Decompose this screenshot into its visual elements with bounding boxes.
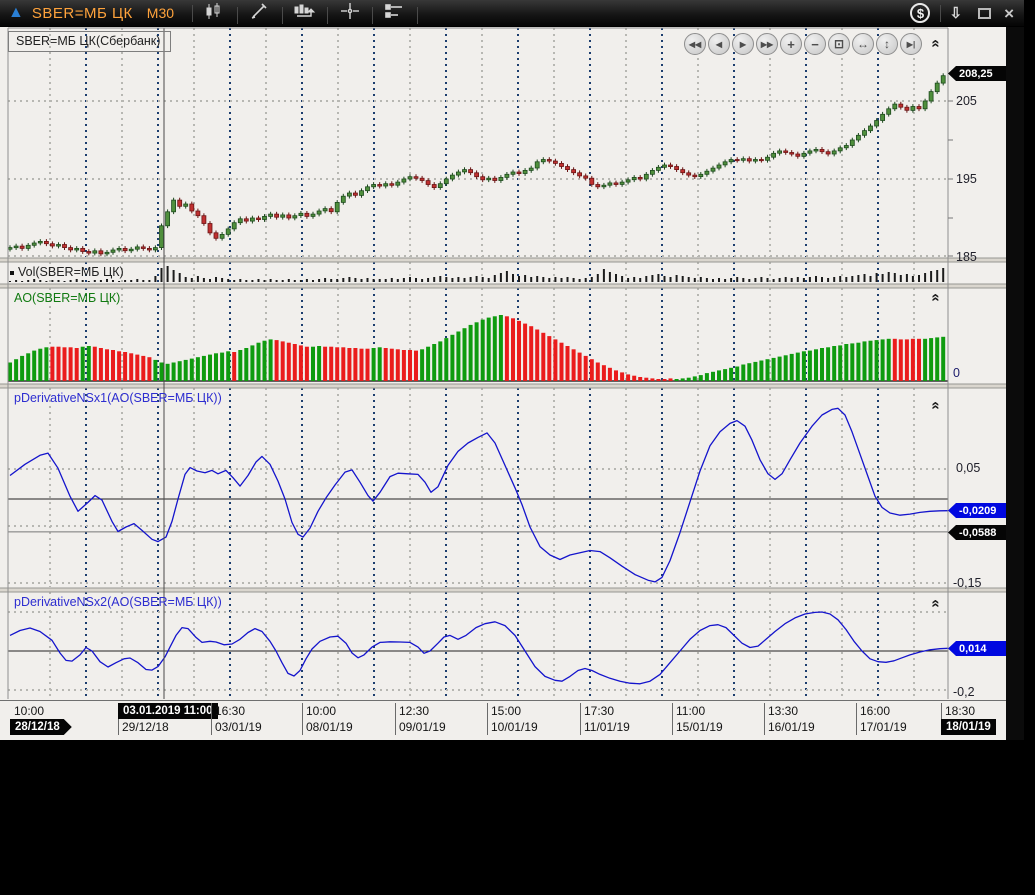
account-currency-button[interactable]: $ — [910, 3, 930, 23]
time-axis-date-label: 17/01/19 — [860, 720, 907, 734]
timeframe-label: M30 — [147, 5, 174, 21]
time-axis-date-label: 16/01/19 — [768, 720, 815, 734]
app-logo-icon: ▲ — [8, 5, 24, 21]
price-level-label: 195 — [956, 172, 977, 186]
time-axis-time-label: 16:30 — [215, 704, 245, 718]
ao-panel-label: AO(SBER=МБ ЦК) — [14, 291, 120, 305]
compress-vertical-button[interactable]: ↕ — [876, 33, 898, 55]
d2-value-badge: 0,014 — [948, 641, 1006, 656]
time-axis-time-label: 12:30 — [399, 704, 429, 718]
d1-panel-label: pDerivativeNSx1(AO(SBER=МБ ЦК)) — [14, 391, 222, 405]
chart-type-icon[interactable] — [200, 1, 230, 22]
scroll-start-button[interactable]: ◀◀ — [684, 33, 706, 55]
scroll-left-button[interactable]: ◀ — [708, 33, 730, 55]
collapse-d2-panel-icon[interactable]: « — [929, 599, 944, 607]
time-axis-tick — [672, 703, 673, 735]
time-axis-time-label: 13:30 — [768, 704, 798, 718]
zoom-out-button[interactable]: − — [804, 33, 826, 55]
time-axis-tick — [302, 703, 303, 735]
d1-value-badge: -0,0209 — [948, 503, 1006, 518]
volume-panel-label: Vol(SBER=МБ ЦК) — [18, 265, 124, 279]
d1-upper-label: 0,05 — [956, 461, 980, 475]
volume-legend-marker — [10, 271, 14, 275]
price-level-label: 205 — [956, 94, 977, 108]
time-axis-tick — [211, 703, 212, 735]
ao-zero-label: 0 — [953, 366, 960, 380]
time-axis-time-label: 10:00 — [14, 704, 44, 718]
time-axis-date-label: 10/01/19 — [491, 720, 538, 734]
toolbar-separator — [237, 7, 238, 24]
time-axis-tick — [580, 703, 581, 735]
chart-navigation-toolbar: ◀◀◀▶▶▶+−⊡↔↕▶| — [684, 33, 924, 55]
time-axis-time-label: 18:30 — [945, 704, 975, 718]
zoom-in-button[interactable]: + — [780, 33, 802, 55]
time-axis-time-label: 15:00 — [491, 704, 521, 718]
toolbar-separator — [192, 5, 193, 22]
d1-lower-label: -0,15 — [953, 576, 982, 590]
chart-canvas[interactable] — [0, 27, 1006, 740]
price-level-label: 185 — [956, 250, 977, 264]
scroll-right-button[interactable]: ▶ — [732, 33, 754, 55]
time-axis-time-label: 10:00 — [306, 704, 336, 718]
d2-lower-label: -0,2 — [953, 685, 975, 699]
draw-icon[interactable] — [245, 1, 275, 22]
toolbar-separator — [372, 7, 373, 24]
restore-window-button[interactable] — [978, 8, 991, 19]
time-axis-date-label: 11/01/19 — [584, 720, 630, 734]
toolbar-separator — [282, 7, 283, 24]
right-edge-strip — [1006, 27, 1024, 740]
d1-level-badge: -0,0588 — [948, 525, 1006, 540]
time-axis-date-label: 15/01/19 — [676, 720, 723, 734]
toolbar-separator — [417, 7, 418, 24]
time-axis-time-label: 16:00 — [860, 704, 890, 718]
cursor-datetime-badge: 03.01.2019 11:00 — [118, 703, 218, 719]
chart-area: SBER=МБ ЦК(Сбербанк) ◀◀◀▶▶▶+−⊡↔↕▶| « « «… — [0, 27, 1024, 740]
titlebar: ▲ SBER=МБ ЦК M30 $ ⇩ × — [0, 0, 1024, 27]
chart-title-box: SBER=МБ ЦК(Сбербанк) — [8, 31, 171, 52]
compress-horizontal-button[interactable]: ↔ — [852, 33, 874, 55]
desktop-background: ▲ SBER=МБ ЦК M30 $ ⇩ × SBER=МБ ЦК(Сберба… — [0, 0, 1035, 895]
time-axis-date-label: 08/01/19 — [306, 720, 353, 734]
toolbar-separator — [940, 5, 941, 22]
time-axis: 10:0028/12/1803.01.2019 11:0029/12/1816:… — [0, 700, 1006, 740]
titlebar-right: $ ⇩ × — [910, 3, 1018, 23]
go-to-last-button[interactable]: ▶| — [900, 33, 922, 55]
time-axis-time-label: 11:00 — [676, 704, 705, 718]
crosshair-icon[interactable] — [335, 1, 365, 22]
collapse-ao-panel-icon[interactable]: « — [929, 293, 944, 301]
time-axis-date-label: 09/01/19 — [399, 720, 446, 734]
collapse-price-panel-icon[interactable]: « — [929, 39, 944, 47]
levels-icon[interactable] — [380, 1, 410, 22]
time-axis-tick — [764, 703, 765, 735]
zoom-area-button[interactable]: ⊡ — [828, 33, 850, 55]
collapse-d1-panel-icon[interactable]: « — [929, 401, 944, 409]
time-axis-tick — [487, 703, 488, 735]
trading-app-window: ▲ SBER=МБ ЦК M30 $ ⇩ × SBER=МБ ЦК(Сберба… — [0, 0, 1024, 740]
d2-panel-label: pDerivativeNSx2(AO(SBER=МБ ЦК)) — [14, 595, 222, 609]
toolbar-tools — [199, 1, 424, 25]
time-axis-date-label: 03/01/19 — [215, 720, 262, 734]
current-price-badge: 208,25 — [948, 66, 1006, 81]
date-badge: 28/12/18 — [10, 719, 72, 735]
date-badge: 18/01/19 — [941, 719, 996, 735]
time-axis-tick — [856, 703, 857, 735]
time-axis-tick — [395, 703, 396, 735]
scroll-end-button[interactable]: ▶▶ — [756, 33, 778, 55]
symbol-title: SBER=МБ ЦК — [32, 5, 133, 22]
time-axis-date-label: 29/12/18 — [122, 720, 169, 734]
minimize-arrow-icon[interactable]: ⇩ — [949, 4, 962, 22]
toolbar-separator — [327, 7, 328, 24]
close-window-button[interactable]: × — [1004, 5, 1014, 22]
indicators-icon[interactable] — [290, 1, 320, 22]
time-axis-time-label: 17:30 — [584, 704, 614, 718]
